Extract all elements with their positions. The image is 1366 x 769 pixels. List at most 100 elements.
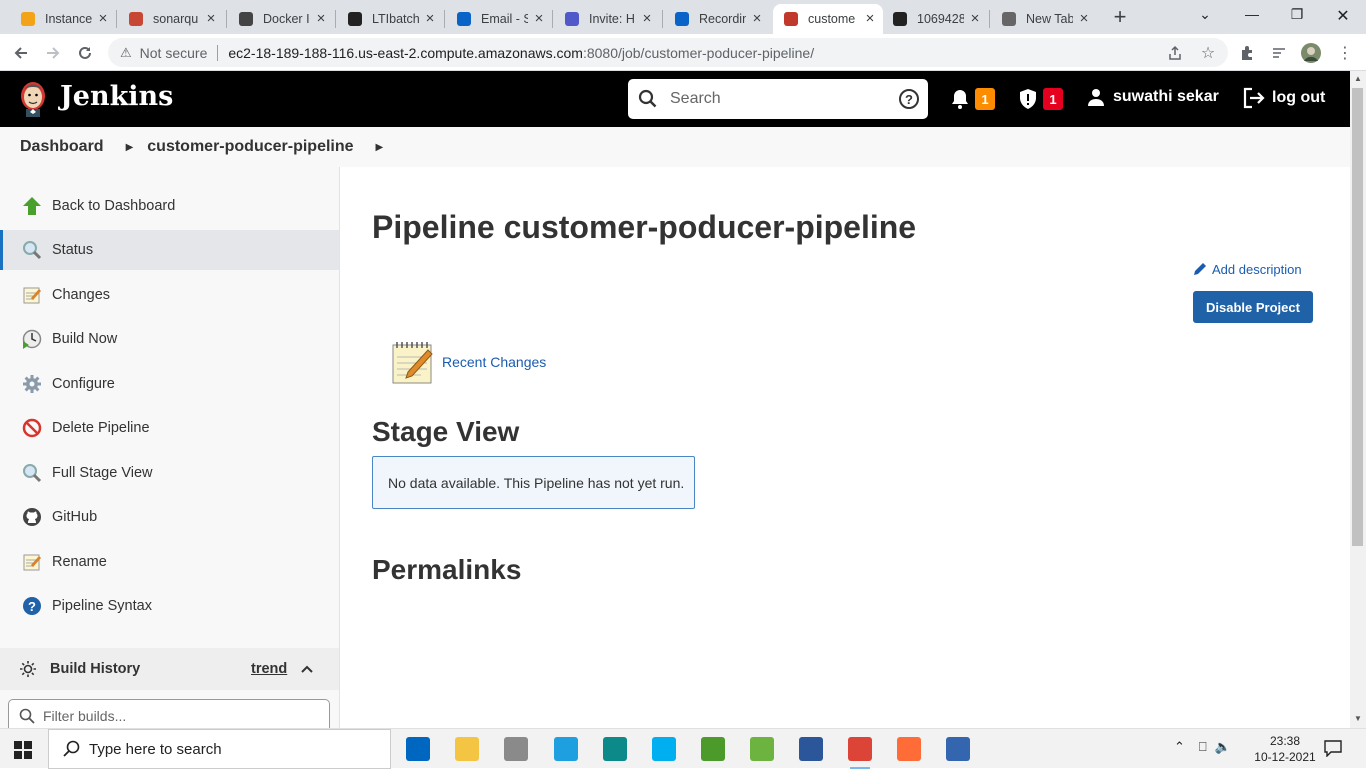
internet-explorer-icon[interactable] bbox=[554, 737, 578, 761]
breadcrumb: Dashboard ▶ customer-poducer-pipeline ▶ bbox=[0, 127, 1350, 167]
browser-tab[interactable]: LTIbatch × bbox=[337, 4, 443, 34]
close-window-button[interactable]: ✕ bbox=[1331, 6, 1355, 26]
dropbox-icon[interactable] bbox=[504, 737, 528, 761]
help-icon[interactable]: ? bbox=[898, 88, 920, 110]
reload-icon[interactable] bbox=[74, 42, 96, 64]
sidebar-item-full-stage-view[interactable]: Full Stage View bbox=[0, 453, 339, 493]
sidebar-item-changes[interactable]: Changes bbox=[0, 275, 339, 315]
forward-icon[interactable] bbox=[42, 42, 64, 64]
sidebar-item-delete-pipeline[interactable]: Delete Pipeline bbox=[0, 408, 339, 448]
bell-icon[interactable] bbox=[948, 87, 972, 111]
permalinks-title: Permalinks bbox=[372, 554, 522, 585]
user-link[interactable]: suwathi sekar bbox=[1086, 87, 1219, 107]
jenkins-brand[interactable]: Jenkins bbox=[60, 81, 173, 112]
store-icon[interactable] bbox=[406, 737, 430, 761]
disable-project-button[interactable]: Disable Project bbox=[1193, 291, 1313, 323]
trend-link[interactable]: trend bbox=[251, 661, 287, 677]
scroll-up-icon[interactable]: ▲ bbox=[1350, 72, 1366, 86]
security-badge[interactable]: 1 bbox=[1043, 88, 1063, 110]
windows-start-icon[interactable] bbox=[14, 741, 32, 759]
jenkins-search-box[interactable]: ? bbox=[628, 79, 928, 119]
close-tab-icon[interactable]: × bbox=[968, 11, 982, 26]
close-tab-icon[interactable]: × bbox=[532, 11, 546, 26]
no-entry-icon bbox=[22, 418, 42, 438]
chart-app-icon[interactable] bbox=[701, 737, 725, 761]
bookmark-star-icon[interactable]: ☆ bbox=[1197, 42, 1219, 64]
breadcrumb-dashboard[interactable]: Dashboard bbox=[20, 138, 104, 156]
tab-search-icon[interactable]: ⌄ bbox=[1193, 6, 1217, 26]
browser-tab[interactable]: New Tab × bbox=[991, 4, 1097, 34]
chevron-up-icon[interactable]: ⌃ bbox=[1174, 739, 1185, 755]
logout-link[interactable]: log out bbox=[1242, 87, 1325, 109]
chrome-icon[interactable] bbox=[848, 737, 872, 769]
word-icon[interactable] bbox=[799, 737, 823, 761]
close-tab-icon[interactable]: × bbox=[863, 11, 877, 26]
build-history-header: Build History trend bbox=[0, 648, 339, 690]
close-tab-icon[interactable]: × bbox=[750, 11, 764, 26]
chrome-menu-icon[interactable]: ⋮ bbox=[1334, 42, 1356, 64]
browser-tab[interactable]: Instance × bbox=[10, 4, 116, 34]
back-icon[interactable] bbox=[10, 42, 32, 64]
close-tab-icon[interactable]: × bbox=[1077, 11, 1091, 26]
recent-changes-link[interactable]: Recent Changes bbox=[390, 339, 546, 385]
close-tab-icon[interactable]: × bbox=[314, 11, 328, 26]
browser-tab[interactable]: sonarqu × bbox=[118, 4, 224, 34]
sidebar-item-back-to-dashboard[interactable]: Back to Dashboard bbox=[0, 186, 339, 226]
scroll-down-icon[interactable]: ▼ bbox=[1350, 712, 1366, 726]
reading-list-icon[interactable] bbox=[1268, 42, 1290, 64]
skype-icon[interactable] bbox=[652, 737, 676, 761]
volume-icon[interactable]: 🔈 bbox=[1215, 739, 1231, 755]
breadcrumb-job[interactable]: customer-poducer-pipeline bbox=[147, 138, 353, 156]
sidebar-item-label: Back to Dashboard bbox=[52, 198, 176, 214]
minimize-button[interactable]: — bbox=[1240, 6, 1264, 26]
page-scrollbar-thumb[interactable] bbox=[1352, 88, 1363, 546]
chrome-newtab-icon bbox=[1001, 11, 1017, 27]
browser-tab-title: Invite: H bbox=[589, 12, 635, 26]
filter-builds-input[interactable] bbox=[43, 708, 329, 724]
add-description-link[interactable]: Add description bbox=[1192, 261, 1302, 277]
browser-tab[interactable]: Recordin × bbox=[664, 4, 770, 34]
address-bar[interactable]: ⚠ Not secure ec2-18-189-188-116.us-east-… bbox=[108, 38, 1228, 67]
recent-changes-label[interactable]: Recent Changes bbox=[442, 354, 546, 370]
sidebar-item-pipeline-syntax[interactable]: ? Pipeline Syntax bbox=[0, 586, 339, 626]
edge-icon[interactable] bbox=[603, 737, 627, 761]
share-icon[interactable] bbox=[1164, 42, 1186, 64]
profile-avatar[interactable] bbox=[1300, 42, 1322, 64]
browser-tab[interactable]: custome × bbox=[773, 4, 883, 34]
network-icon[interactable]: ⎕ bbox=[1199, 739, 1207, 755]
breadcrumb-chevron-icon[interactable]: ▶ bbox=[126, 142, 134, 153]
postman-icon[interactable] bbox=[897, 737, 921, 761]
close-tab-icon[interactable]: × bbox=[640, 11, 654, 26]
browser-tab[interactable]: 1069428 × bbox=[882, 4, 988, 34]
network-app-icon[interactable] bbox=[946, 737, 970, 761]
taskbar-clock[interactable]: 23:38 10-12-2021 bbox=[1250, 733, 1320, 765]
notepad-icon bbox=[22, 285, 42, 305]
shield-icon[interactable] bbox=[1016, 87, 1040, 111]
sidebar-item-status[interactable]: Status bbox=[0, 230, 339, 270]
browser-tab[interactable]: Docker I × bbox=[228, 4, 334, 34]
chevron-up-icon[interactable] bbox=[300, 662, 314, 676]
sidebar-item-label: Configure bbox=[52, 376, 115, 392]
breadcrumb-chevron-icon[interactable]: ▶ bbox=[376, 142, 384, 153]
browser-tab[interactable]: Email - S × bbox=[446, 4, 552, 34]
restore-button[interactable]: ❐ bbox=[1285, 6, 1309, 26]
new-tab-button[interactable]: + bbox=[1110, 6, 1130, 28]
spring-icon[interactable] bbox=[750, 737, 774, 761]
jenkins-logo-icon[interactable] bbox=[18, 80, 48, 118]
close-tab-icon[interactable]: × bbox=[423, 11, 437, 26]
sidebar-item-configure[interactable]: Configure bbox=[0, 364, 339, 404]
user-name: suwathi sekar bbox=[1113, 88, 1219, 105]
close-tab-icon[interactable]: × bbox=[204, 11, 218, 26]
notifications-badge[interactable]: 1 bbox=[975, 88, 995, 110]
sidebar-item-build-now[interactable]: Build Now bbox=[0, 319, 339, 359]
sidebar-item-label: Changes bbox=[52, 287, 111, 303]
notification-center-icon[interactable] bbox=[1324, 739, 1342, 757]
sidebar-item-rename[interactable]: Rename bbox=[0, 542, 339, 582]
file-explorer-icon[interactable] bbox=[455, 737, 479, 761]
sidebar-item-github[interactable]: GitHub bbox=[0, 497, 339, 537]
taskbar-search-box[interactable]: Type here to search bbox=[48, 729, 391, 769]
extensions-icon[interactable] bbox=[1236, 42, 1258, 64]
close-tab-icon[interactable]: × bbox=[96, 11, 110, 26]
browser-tab[interactable]: Invite: H × bbox=[554, 4, 660, 34]
search-input[interactable] bbox=[670, 90, 898, 108]
